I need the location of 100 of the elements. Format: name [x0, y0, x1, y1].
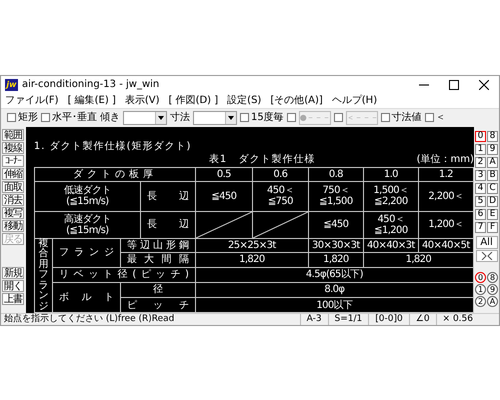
table-cell: 4.5φ(65以下) [195, 267, 474, 282]
table-cell: 1,820 [308, 252, 364, 268]
tool-button[interactable]: 開く [2, 280, 24, 292]
dropdown-arrow-icon[interactable] [158, 116, 164, 120]
layer-button[interactable]: 2 [475, 296, 486, 307]
table-cell: フランジ [52, 238, 120, 268]
table-cell: 高速ダクト (≦15m/s) [34, 211, 140, 238]
tool-button[interactable]: 移動 [2, 220, 24, 232]
diagonal-line [196, 212, 252, 238]
status-message: 始点を指示してください (L)free (R)Read [4, 314, 174, 325]
menu-item[interactable]: ヘルプ(H) [332, 95, 378, 108]
checkbox-label: 水平･垂直 [52, 112, 97, 124]
layer-group-button[interactable]: A [487, 156, 498, 168]
table-cell: 最大間隔 [120, 252, 196, 268]
layer-group-button[interactable]: 1 [475, 144, 486, 155]
table-cell: 40×40×3t [363, 238, 418, 252]
layer-button[interactable]: 0 [475, 272, 486, 283]
all-button[interactable]: All [476, 236, 498, 249]
status-field: [0-0]0 [368, 314, 409, 325]
layer-button[interactable]: 1 [475, 284, 486, 295]
table-cell: 1,200＜ [418, 211, 474, 238]
table-cell: 8.0φ [195, 282, 474, 298]
layer-group-button[interactable]: 2 [475, 156, 486, 168]
table-cell: 1,820 [195, 252, 308, 268]
table-cell: 1.2 [418, 167, 474, 182]
table-cell: 2,200＜ [418, 181, 474, 212]
layer-button[interactable]: 8 [487, 272, 498, 283]
table-cell: 0.5 [195, 167, 252, 182]
layer-group-button[interactable]: 3 [475, 170, 486, 181]
table-cell: 100以下 [195, 298, 474, 313]
layer-group-button[interactable]: 6 [475, 208, 486, 220]
table-cell: ダクトの板厚 [34, 167, 196, 182]
dropdown-field[interactable] [123, 110, 167, 125]
checkbox-label: 矩形 [18, 112, 38, 124]
close-icon[interactable] [479, 80, 489, 90]
menu-item[interactable]: 表示(V) [124, 95, 160, 108]
diagonal-line [252, 212, 308, 238]
field-label: 傾き [100, 112, 120, 124]
table-cell: 450＜ ≦750 [252, 181, 308, 212]
checkbox-label: 15度毎 [251, 112, 284, 124]
layer-group-button[interactable]: 8 [487, 130, 498, 142]
drawing-canvas[interactable] [26, 126, 474, 313]
checkbox[interactable] [240, 113, 249, 122]
tool-button[interactable]: 範囲 [2, 128, 24, 141]
checkbox-label: 寸法値 [392, 112, 422, 124]
unit-label: (単位：mm) [416, 152, 474, 167]
field-label: 寸法 [170, 112, 190, 124]
tool-button[interactable]: 面取 [2, 180, 24, 193]
dropdown-field[interactable] [193, 110, 237, 125]
menu-item[interactable]: [その他(A)] [270, 95, 323, 108]
tool-button[interactable]: 新規 [2, 266, 24, 279]
table-cell: 30×30×3t [308, 238, 364, 252]
window-title: air-conditioning-13 - jw_win [22, 79, 160, 91]
layer-group-button[interactable]: D [487, 196, 498, 207]
menu-item[interactable]: [ 作図(D) ] [168, 95, 218, 108]
tool-button[interactable]: 複写 [2, 206, 24, 219]
tool-button[interactable]: 伸縮 [2, 168, 24, 180]
table-cell: 40×40×5t [418, 238, 474, 252]
checkbox[interactable] [424, 113, 434, 122]
layer-button[interactable]: A [487, 296, 498, 307]
app-icon: jw [5, 79, 18, 91]
dropdown-arrow-icon[interactable] [228, 116, 234, 120]
layer-button[interactable]: 9 [487, 284, 498, 295]
layer-group-button[interactable]: 9 [487, 144, 498, 155]
checkbox[interactable] [380, 113, 390, 122]
layer-group-button[interactable]: F [487, 222, 498, 233]
table-cell: ≦450 [308, 211, 364, 238]
checkbox[interactable] [286, 113, 296, 122]
layer-group-button[interactable]: C [487, 182, 498, 194]
tool-button[interactable]: ｺｰﾅｰ [2, 154, 24, 167]
tool-button[interactable]: 消去 [2, 194, 24, 206]
layer-group-button[interactable]: 4 [475, 182, 486, 194]
maximize-icon[interactable] [449, 80, 459, 90]
menu-item[interactable]: [ 編集(E) ] [68, 95, 116, 108]
checkbox[interactable] [7, 113, 16, 122]
layer-group-button[interactable]: 0 [475, 130, 486, 142]
menu-item[interactable]: ファイル(F) [5, 95, 59, 108]
status-field: A-3 [300, 314, 328, 325]
table-cell: リベット径(ピッチ) [52, 267, 196, 282]
table-cell: 750＜ ≦1,500 [308, 181, 364, 212]
table-cell: 450＜ ≦1,200 [363, 211, 418, 238]
tool-button[interactable]: 上書 [2, 292, 24, 305]
checkbox[interactable] [334, 113, 343, 122]
checkbox[interactable] [41, 113, 50, 122]
menu-item[interactable]: 設定(S) [227, 95, 262, 108]
layer-group-button[interactable]: E [487, 208, 498, 220]
drawing-heading: 1. ダクト製作仕様(矩形ダクト) [34, 140, 192, 153]
layer-group-button[interactable]: 5 [475, 196, 486, 207]
layer-group-button[interactable]: 7 [475, 222, 486, 233]
status-field: ∠0 [408, 314, 436, 325]
table-cell: ≦450 [195, 181, 252, 212]
status-field: × 0.56 [436, 314, 479, 325]
table-cell: 複合用フランジ [34, 238, 52, 313]
layer-group-button[interactable]: B [487, 170, 498, 181]
toggle-icon[interactable] [476, 250, 498, 262]
table-cell: 長辺 [140, 181, 196, 212]
checkbox-label: ＜ [436, 112, 446, 124]
tool-button[interactable]: 複線 [2, 142, 24, 154]
table-cell: 長辺 [140, 211, 196, 238]
table-cell: 0.6 [252, 167, 308, 182]
